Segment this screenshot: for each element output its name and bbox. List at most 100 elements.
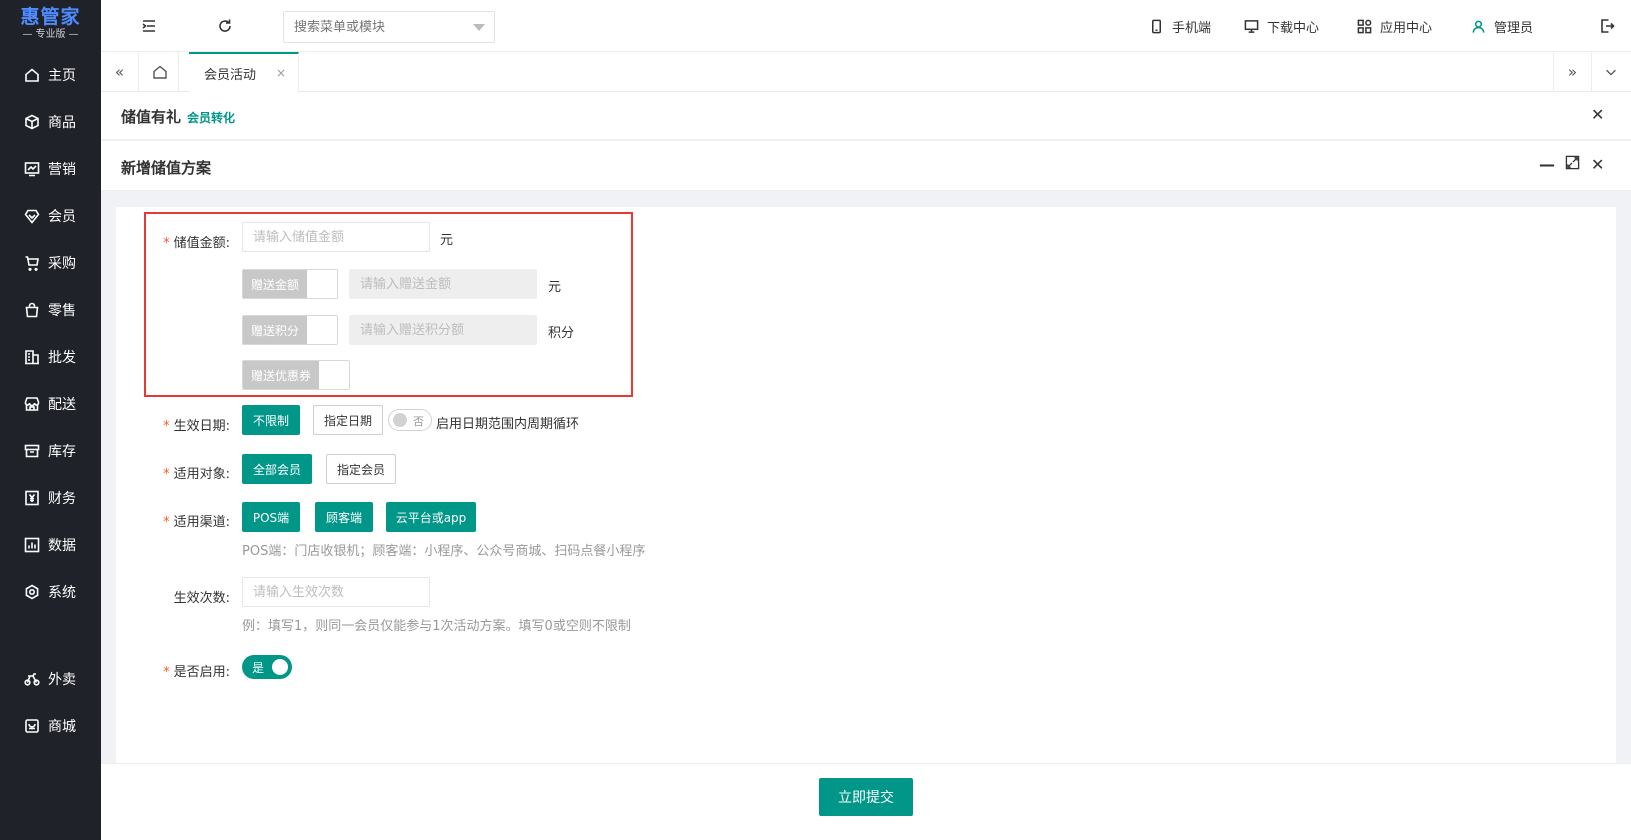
cycle-toggle[interactable]: 否 <box>388 409 432 431</box>
box-icon <box>25 114 39 130</box>
menu-toggle-button[interactable] <box>137 14 161 38</box>
tab-home[interactable] <box>141 52 179 92</box>
yen-icon <box>25 490 39 506</box>
close-icon[interactable]: ✕ <box>1591 155 1604 174</box>
gift-coupon-switch[interactable]: 赠送优惠券 <box>242 360 350 390</box>
gift-amount-switch[interactable]: 赠送金额 <box>242 269 338 299</box>
download-center-link[interactable]: 下载中心 <box>1244 0 1319 52</box>
gift-points-unit: 积分 <box>548 326 575 341</box>
effective-times-input[interactable] <box>242 577 430 607</box>
refresh-button[interactable] <box>213 14 237 38</box>
store-icon <box>24 397 40 411</box>
sidebar-item-system[interactable]: 系统 <box>0 572 101 612</box>
close-icon[interactable]: ✕ <box>1591 105 1604 124</box>
sidebar-item-purchase[interactable]: 采购 <box>0 243 101 283</box>
tabs-menu-button[interactable] <box>1591 52 1629 92</box>
sidebar-item-finance[interactable]: 财务 <box>0 478 101 518</box>
minimize-icon[interactable]: — <box>1539 155 1555 174</box>
times-hint: 例：填写1，则同一会员仅能参与1次活动方案。填写0或空则不限制 <box>242 619 631 634</box>
logo-subtitle: — 专业版 — <box>22 29 79 40</box>
search-menu-input[interactable] <box>283 11 495 43</box>
toggle-knob <box>272 659 288 675</box>
chevron-down-icon <box>1605 69 1616 76</box>
sidebar-item-inventory[interactable]: 库存 <box>0 431 101 471</box>
sidebar-item-retail[interactable]: 零售 <box>0 290 101 330</box>
close-icon[interactable]: × <box>276 66 286 80</box>
double-chevron-right-icon: » <box>1567 63 1578 81</box>
stats-icon <box>24 537 40 553</box>
panel-stored-value-gift: 储值有礼 会员转化 ✕ <box>101 92 1631 140</box>
enabled-toggle[interactable]: 是 <box>242 655 292 679</box>
diamond-icon <box>24 209 40 224</box>
settings-icon <box>25 584 39 600</box>
gift-points-input[interactable] <box>349 315 537 345</box>
channel-label: * 适用渠道: <box>163 515 230 530</box>
sidebar-item-label: 营销 <box>48 162 76 178</box>
refresh-icon <box>219 19 231 32</box>
chevron-down-icon[interactable] <box>473 24 485 31</box>
specify-members-button[interactable]: 指定会员 <box>326 454 396 484</box>
channel-customer-button[interactable]: 顾客端 <box>315 502 373 532</box>
submit-button[interactable]: 立即提交 <box>819 778 913 816</box>
switch-label: 赠送积分 <box>243 316 308 344</box>
sidebar-item-members[interactable]: 会员 <box>0 196 101 236</box>
amount-unit: 元 <box>440 233 454 248</box>
tab-label: 会员活动 <box>204 67 257 83</box>
phone-icon <box>1152 19 1161 33</box>
toggle-text: 否 <box>413 415 424 428</box>
sidebar-item-products[interactable]: 商品 <box>0 102 101 142</box>
tab-member-activity[interactable]: 会员活动 × <box>189 52 299 92</box>
user-label: 管理员 <box>1494 20 1534 36</box>
user-icon <box>1472 20 1485 33</box>
date-unlimited-button[interactable]: 不限制 <box>242 405 300 435</box>
sidebar-item-delivery[interactable]: 配送 <box>0 384 101 424</box>
app-center-link[interactable]: 应用中心 <box>1357 0 1432 52</box>
sidebar-item-home[interactable]: 主页 <box>0 55 101 95</box>
sidebar-item-label: 财务 <box>48 491 76 507</box>
sidebar-item-mall[interactable]: 商城 <box>0 706 101 746</box>
sidebar-item-marketing[interactable]: 营销 <box>0 149 101 189</box>
panel-new-plan: 新增储值方案 — ✕ <box>101 141 1631 191</box>
sidebar-item-label: 会员 <box>48 209 76 225</box>
channel-pos-button[interactable]: POS端 <box>242 502 300 532</box>
apps-icon <box>1357 19 1372 33</box>
date-specify-button[interactable]: 指定日期 <box>313 405 383 435</box>
channel-hint: POS端：门店收银机；顾客端：小程序、公众号商城、扫码点餐小程序 <box>242 544 646 559</box>
sidebar-item-wholesale[interactable]: 批发 <box>0 337 101 377</box>
user-menu[interactable]: 管理员 <box>1471 0 1533 52</box>
tabs-bar: « 会员活动 × » <box>101 52 1631 92</box>
logout-button[interactable] <box>1595 14 1619 38</box>
stored-amount-input[interactable] <box>242 222 430 252</box>
target-label: * 适用对象: <box>163 467 230 482</box>
monitor-icon <box>1244 19 1259 33</box>
archive-icon <box>24 444 40 458</box>
sidebar-item-label: 系统 <box>48 585 76 601</box>
bag-icon <box>25 302 39 318</box>
tabs-scroll-right-button[interactable]: » <box>1553 52 1591 92</box>
sidebar-item-label: 库存 <box>48 444 76 460</box>
switch-knob <box>319 361 349 389</box>
double-chevron-left-icon: « <box>114 63 125 81</box>
enabled-label: * 是否启用: <box>163 665 230 680</box>
chart-icon <box>24 162 40 177</box>
sidebar-item-takeout[interactable]: 外卖 <box>0 659 101 699</box>
cycle-label: 启用日期范围内周期循环 <box>436 417 580 432</box>
switch-knob <box>307 316 337 344</box>
panel-title-text: 储值有礼 <box>121 108 182 126</box>
toggle-knob <box>393 413 407 427</box>
maximize-icon[interactable] <box>1565 155 1580 174</box>
gift-points-switch[interactable]: 赠送积分 <box>242 315 338 345</box>
cart-icon <box>25 256 39 271</box>
sidebar-item-data[interactable]: 数据 <box>0 525 101 565</box>
channel-cloud-app-button[interactable]: 云平台或app <box>386 502 476 532</box>
mobile-link[interactable]: 手机端 <box>1149 0 1211 52</box>
logout-icon <box>1601 19 1615 33</box>
all-members-button[interactable]: 全部会员 <box>242 454 312 484</box>
sidebar-item-label: 采购 <box>48 256 76 272</box>
tabs-scroll-left-button[interactable]: « <box>101 52 139 92</box>
gift-amount-input[interactable] <box>349 269 537 299</box>
sidebar: 惠管家 — 专业版 — 主页 商品 营销 会员 采购 零售 批发 配送 库存 财… <box>0 0 101 840</box>
logo: 惠管家 — 专业版 — <box>0 0 101 48</box>
logo-title: 惠管家 <box>20 6 81 28</box>
panel-title: 储值有礼 会员转化 <box>121 106 235 127</box>
